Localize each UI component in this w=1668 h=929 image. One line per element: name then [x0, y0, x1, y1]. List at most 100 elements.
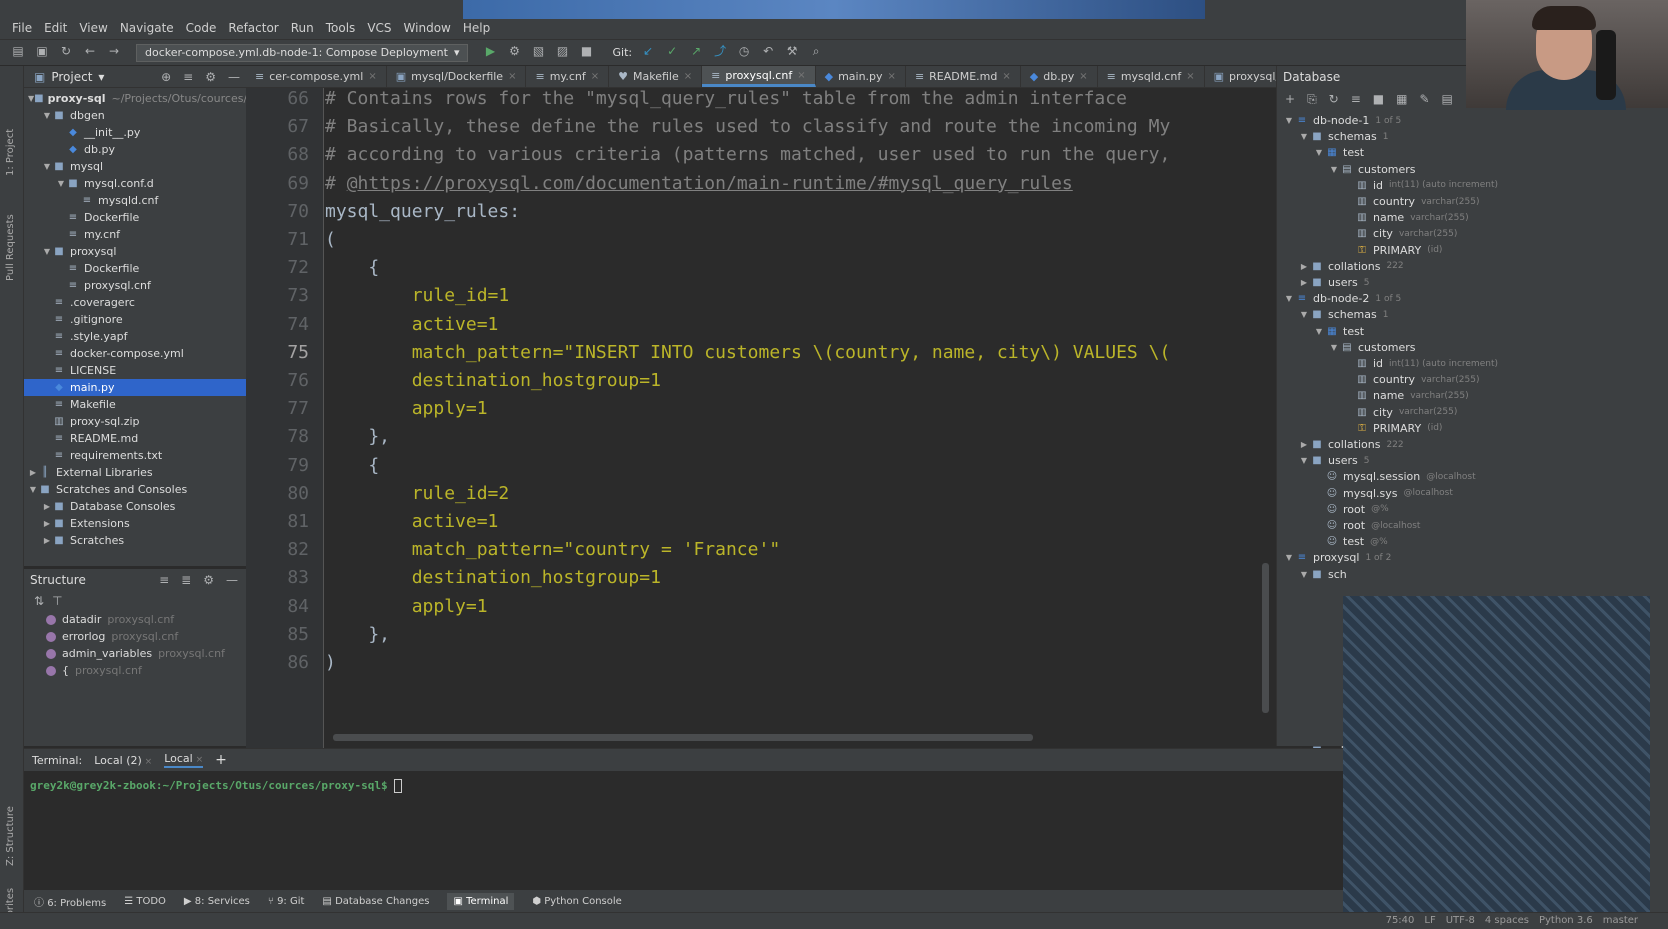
editor-tab[interactable]: ≡ mysqld.cnf ×	[1098, 66, 1205, 87]
settings-wrench-icon[interactable]: ⚒	[784, 45, 800, 61]
pull-requests-tool-label[interactable]: Pull Requests	[5, 214, 16, 281]
structure-tool-label[interactable]: Z: Structure	[5, 806, 16, 866]
tree-item[interactable]: ≡ mysqld.cnf	[24, 192, 246, 209]
database-tree-item[interactable]: ☺ root @%	[1313, 501, 1389, 518]
close-icon[interactable]: ×	[368, 71, 376, 82]
tree-item[interactable]: ≡ Makefile	[24, 396, 246, 413]
database-tree-item[interactable]: ▶ ■ collations 222	[1298, 436, 1404, 453]
editor-tab[interactable]: ≡ my.cnf ×	[526, 66, 610, 87]
status-item[interactable]: master	[1603, 915, 1638, 926]
sort-icon[interactable]: ⇅	[34, 595, 44, 607]
filter-icon[interactable]: ⊤	[52, 595, 62, 607]
database-tree-item[interactable]: ▶ ■ collations 222	[1298, 258, 1404, 275]
database-tree-item[interactable]: ☺ mysql.sys @localhost	[1313, 485, 1453, 502]
expand-arrow-icon[interactable]: ▼	[1328, 343, 1340, 352]
menu-refactor[interactable]: Refactor	[228, 21, 278, 35]
tree-item[interactable]: ≡ docker-compose.yml	[24, 345, 246, 362]
menu-edit[interactable]: Edit	[44, 21, 67, 35]
forward-icon[interactable]: →	[106, 45, 122, 61]
structure-item[interactable]: datadir proxysql.cnf	[24, 611, 246, 628]
database-tree-item[interactable]: ▥ city varchar(255)	[1343, 225, 1457, 242]
database-tree-item[interactable]: ▥ id int(11) (auto increment)	[1343, 177, 1498, 194]
tool-window-button[interactable]: ⓘ 6: Problems	[34, 894, 106, 909]
expand-arrow-icon[interactable]: ▼	[42, 162, 52, 171]
database-tree-item[interactable]: ▼ ≡ db-node-2 1 of 5	[1283, 290, 1401, 307]
tool-window-button[interactable]: ▤ Database Changes	[322, 896, 429, 907]
close-icon[interactable]: ×	[684, 71, 692, 82]
database-tree-item[interactable]: ▼ ▤ customers	[1328, 339, 1416, 356]
menu-vcs[interactable]: VCS	[367, 21, 391, 35]
stop-icon[interactable]: ■	[1373, 93, 1384, 105]
editor-tab[interactable]: ≡ proxysql.cnf ×	[702, 66, 816, 87]
tool-window-button[interactable]: ⬢ Python Console	[532, 896, 621, 907]
add-icon[interactable]: +	[1285, 93, 1295, 105]
expand-all-icon[interactable]: ≡	[159, 574, 169, 586]
database-tree-item[interactable]: ▥ name varchar(255)	[1343, 209, 1468, 226]
expand-arrow-icon[interactable]: ▼	[1298, 132, 1310, 141]
tool-window-button[interactable]: ▶ 8: Services	[184, 896, 250, 907]
vertical-scrollbar[interactable]	[1262, 563, 1269, 713]
history-icon[interactable]: ◷	[736, 45, 752, 61]
locate-icon[interactable]: ⊕	[161, 71, 171, 83]
tree-item[interactable]: ≡ proxysql.cnf	[24, 277, 246, 294]
close-icon[interactable]: ×	[797, 70, 805, 81]
editor-tab[interactable]: ◆ db.py ×	[1021, 66, 1098, 87]
database-tree-item[interactable]: ▼ ■ sch	[1298, 566, 1347, 583]
tool-window-button[interactable]: ☰ TODO	[124, 896, 166, 907]
expand-arrow-icon[interactable]: ▼	[56, 179, 66, 188]
console-icon[interactable]: ▤	[1442, 93, 1453, 105]
collapse-all-icon[interactable]: ≡	[183, 71, 193, 83]
tree-item[interactable]: ▼ ■ Scratches and Consoles	[24, 481, 246, 498]
expand-arrow-icon[interactable]: ▼	[42, 111, 52, 120]
status-item[interactable]: 75:40	[1386, 915, 1415, 926]
code-editor[interactable]: # Contains rows for the "mysql_query_rul…	[325, 88, 1276, 748]
close-icon[interactable]: ×	[888, 71, 896, 82]
expand-arrow-icon[interactable]: ▶	[1298, 278, 1310, 287]
database-tree-item[interactable]: ▥ city varchar(255)	[1343, 404, 1457, 421]
close-icon[interactable]: ×	[1002, 71, 1010, 82]
status-item[interactable]: 4 spaces	[1485, 915, 1529, 926]
tree-item[interactable]: ≡ .style.yapf	[24, 328, 246, 345]
expand-arrow-icon[interactable]: ▼	[1313, 148, 1325, 157]
tree-item[interactable]: ◆ main.py	[24, 379, 246, 396]
structure-item[interactable]: admin_variables proxysql.cnf	[24, 645, 246, 662]
sync-icon[interactable]: ↻	[58, 45, 74, 61]
database-tree-item[interactable]: ▼ ≡ proxysql 1 of 2	[1283, 549, 1391, 566]
database-tree-item[interactable]: ▥ id int(11) (auto increment)	[1343, 355, 1498, 372]
hide-icon[interactable]: —	[226, 574, 238, 586]
coverage-icon[interactable]: ▧	[530, 45, 546, 61]
add-terminal-icon[interactable]: +	[215, 752, 227, 768]
database-tree-item[interactable]: ▥ name varchar(255)	[1343, 387, 1468, 404]
project-tool-label[interactable]: 1: Project	[5, 129, 16, 176]
database-tree-item[interactable]: ⚿ PRIMARY (id)	[1343, 420, 1442, 437]
menu-help[interactable]: Help	[463, 21, 490, 35]
menu-navigate[interactable]: Navigate	[120, 21, 174, 35]
menu-code[interactable]: Code	[186, 21, 217, 35]
expand-arrow-icon[interactable]: ▼	[1298, 310, 1310, 319]
tree-item[interactable]: ▶ ■ Database Consoles	[24, 498, 246, 515]
tree-item[interactable]: ≡ Dockerfile	[24, 260, 246, 277]
profile-icon[interactable]: ▨	[554, 45, 570, 61]
back-icon[interactable]: ←	[82, 45, 98, 61]
tree-item[interactable]: ◆ db.py	[24, 141, 246, 158]
copy-icon[interactable]: ⎘	[1307, 93, 1317, 105]
database-tree-item[interactable]: ▼ ■ schemas 1	[1298, 306, 1389, 323]
menu-run[interactable]: Run	[291, 21, 314, 35]
editor-tab[interactable]: ♥ Makefile ×	[609, 66, 703, 87]
expand-arrow-icon[interactable]: ▼	[1328, 165, 1340, 174]
database-tree-item[interactable]: ☺ mysql.session @localhost	[1313, 468, 1476, 485]
open-folder-icon[interactable]: ▤	[10, 45, 26, 61]
expand-arrow-icon[interactable]: ▼	[1298, 456, 1310, 465]
tree-item[interactable]: ≡ LICENSE	[24, 362, 246, 379]
close-icon[interactable]: ×	[1186, 71, 1194, 82]
database-tree-item[interactable]: ▼ ■ users 5	[1298, 452, 1370, 469]
rollback-icon[interactable]: ↶	[760, 45, 776, 61]
tree-item[interactable]: ≡ Dockerfile	[24, 209, 246, 226]
editor-tab[interactable]: ≡ README.md ×	[906, 66, 1021, 87]
schema-filter-icon[interactable]: ≡	[1351, 93, 1361, 105]
table-icon[interactable]: ▦	[1396, 93, 1407, 105]
gear-icon[interactable]: ⚙	[203, 574, 214, 586]
collapse-all-icon[interactable]: ≣	[181, 574, 191, 586]
tree-item[interactable]: ▼ ■ mysql.conf.d	[24, 175, 246, 192]
git-push-icon[interactable]: ↗	[688, 45, 704, 61]
